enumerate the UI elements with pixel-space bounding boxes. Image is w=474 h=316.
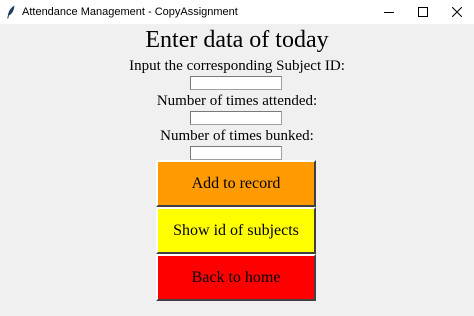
bunked-label: Number of times bunked: <box>160 128 314 144</box>
form-area: Enter data of today Input the correspond… <box>0 24 474 316</box>
attended-label: Number of times attended: <box>156 93 318 109</box>
attended-input[interactable] <box>190 111 282 125</box>
window-controls <box>372 0 474 24</box>
maximize-button[interactable] <box>406 0 440 24</box>
window-titlebar: Attendance Management - CopyAssignment <box>0 0 474 24</box>
subject-id-input[interactable] <box>190 76 282 90</box>
add-to-record-button[interactable]: Add to record <box>156 160 316 207</box>
window-title: Attendance Management - CopyAssignment <box>22 6 238 18</box>
back-to-home-button[interactable]: Back to home <box>156 254 316 301</box>
minimize-icon <box>384 12 394 13</box>
close-button[interactable] <box>440 0 474 24</box>
minimize-button[interactable] <box>372 0 406 24</box>
subject-id-label: Input the corresponding Subject ID: <box>129 58 345 74</box>
page-title: Enter data of today <box>145 27 329 53</box>
bunked-input[interactable] <box>190 146 282 160</box>
maximize-icon <box>418 7 428 17</box>
feather-icon <box>6 5 16 19</box>
show-subject-ids-button[interactable]: Show id of subjects <box>156 207 316 254</box>
close-icon <box>452 7 462 17</box>
